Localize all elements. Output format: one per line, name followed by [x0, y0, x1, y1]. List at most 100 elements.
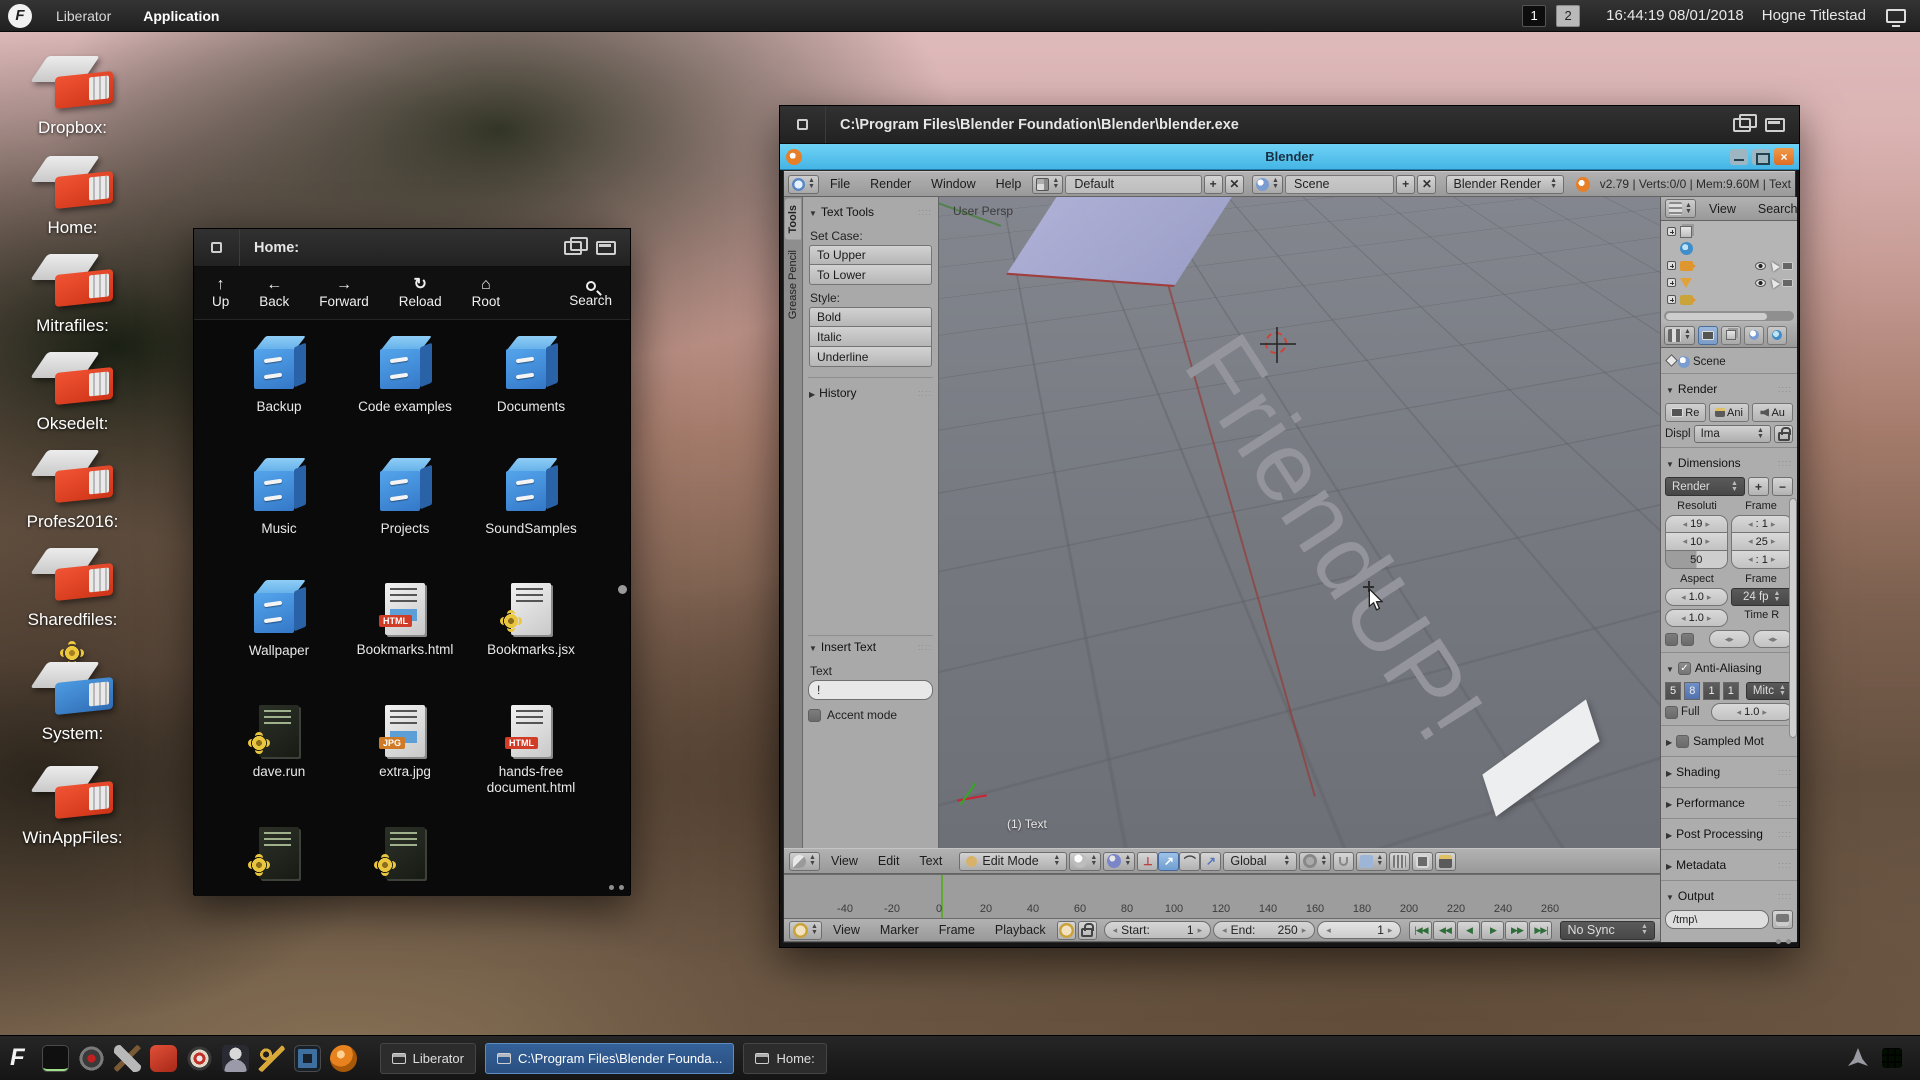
- file-item[interactable]: dave.run: [216, 702, 342, 824]
- text-input[interactable]: [808, 680, 933, 700]
- visibility-eye-icon[interactable]: [1755, 279, 1766, 287]
- filter-size-field[interactable]: ◂1.0▸: [1711, 703, 1793, 721]
- menu-liberator[interactable]: Liberator: [42, 8, 125, 24]
- back-button[interactable]: ←Back: [259, 277, 289, 309]
- editor-type-button[interactable]: ▲▼: [788, 175, 819, 194]
- mode-dropdown[interactable]: Edit Mode▲▼: [959, 852, 1067, 871]
- tab-render-layers[interactable]: [1721, 326, 1741, 345]
- accent-mode-checkbox[interactable]: [808, 709, 821, 722]
- menu-frame[interactable]: Frame: [930, 923, 984, 937]
- outliner-row-world[interactable]: [1667, 240, 1795, 257]
- window-resize-grip[interactable]: [609, 885, 624, 890]
- stepper-right-icon[interactable]: ▸: [1302, 925, 1307, 936]
- play-reverse-button[interactable]: ◀: [1457, 921, 1480, 940]
- frame-end-field[interactable]: ◂25▸: [1731, 533, 1794, 551]
- time-remap-old-field[interactable]: ◂▸: [1709, 630, 1750, 648]
- root-button[interactable]: ⌂Root: [472, 277, 501, 309]
- text-tools-panel-header[interactable]: Text Tools::::: [808, 201, 933, 223]
- resolution-percentage-slider[interactable]: 50: [1665, 551, 1728, 569]
- metadata-panel-header[interactable]: Metadata::::: [1665, 854, 1793, 876]
- jump-to-start-button[interactable]: |◀◀: [1409, 921, 1432, 940]
- desktop-icon-profes2016[interactable]: Profes2016:: [0, 448, 145, 532]
- workspace-2-button[interactable]: 2: [1556, 5, 1580, 27]
- file-item[interactable]: Backup: [216, 336, 342, 458]
- expand-plus-icon[interactable]: [1667, 295, 1676, 304]
- outliner-row-text[interactable]: [1667, 274, 1795, 291]
- aa-samples-8-button[interactable]: 8: [1684, 682, 1700, 700]
- screen-share-icon[interactable]: [294, 1045, 321, 1072]
- display-icon[interactable]: [1886, 9, 1906, 23]
- insert-text-panel-header[interactable]: Insert Text::::: [808, 635, 933, 658]
- remove-preset-button[interactable]: −: [1772, 477, 1793, 496]
- friend-taskbar-logo[interactable]: F: [10, 1044, 25, 1072]
- bold-button[interactable]: Bold: [809, 307, 932, 327]
- panel-grip-icon[interactable]: ::::: [918, 642, 932, 652]
- delete-layout-button[interactable]: ✕: [1225, 175, 1244, 194]
- resolution-x-field[interactable]: ◂19▸: [1665, 515, 1728, 533]
- menu-file[interactable]: File: [821, 177, 859, 191]
- sampled-motion-checkbox[interactable]: [1676, 735, 1689, 748]
- file-item[interactable]: Wallpaper: [216, 580, 342, 702]
- use-preview-range-button[interactable]: [1057, 921, 1076, 940]
- timeline-ruler[interactable]: -40 -20 0 20 40 60 80 100 120 140 160 18…: [784, 874, 1660, 918]
- workspace-1-button[interactable]: 1: [1522, 5, 1546, 27]
- to-lower-button[interactable]: To Lower: [809, 265, 932, 285]
- underline-button[interactable]: Underline: [809, 347, 932, 367]
- menu-window[interactable]: Window: [922, 177, 984, 191]
- tab-tools[interactable]: Tools: [785, 199, 801, 240]
- jump-to-end-button[interactable]: ▶▶|: [1529, 921, 1552, 940]
- forward-button[interactable]: →Forward: [319, 277, 369, 309]
- next-keyframe-button[interactable]: ▶▶: [1505, 921, 1528, 940]
- scene-field[interactable]: Scene: [1285, 175, 1394, 194]
- editor-type-button[interactable]: ▲▼: [1665, 199, 1696, 218]
- tab-scene[interactable]: [1744, 326, 1764, 345]
- scale-manipulator-button[interactable]: ↗: [1200, 852, 1221, 871]
- sampled-motion-blur-panel-header[interactable]: Sampled Mot: [1665, 730, 1793, 752]
- file-item[interactable]: Documents: [468, 336, 594, 458]
- security-key-icon[interactable]: [258, 1045, 285, 1072]
- browse-output-button[interactable]: [1772, 910, 1793, 929]
- cursor-3d-icon[interactable]: [1265, 332, 1287, 354]
- reload-button[interactable]: ↻Reload: [399, 277, 442, 309]
- window-resize-grip[interactable]: [1776, 939, 1791, 944]
- translate-manipulator-button[interactable]: ↗: [1158, 852, 1179, 871]
- scene-icon-button[interactable]: ▲▼: [1252, 175, 1283, 194]
- resolution-y-field[interactable]: ◂10▸: [1665, 533, 1728, 551]
- selectable-cursor-icon[interactable]: [1768, 277, 1780, 289]
- outliner-row-camera[interactable]: [1667, 257, 1795, 274]
- menu-edit[interactable]: Edit: [869, 854, 909, 868]
- duplicate-window-icon[interactable]: [1733, 118, 1751, 132]
- add-layout-button[interactable]: +: [1204, 175, 1223, 194]
- up-button[interactable]: ↑Up: [212, 277, 229, 309]
- to-upper-button[interactable]: To Upper: [809, 245, 932, 265]
- history-panel-header[interactable]: History::::: [808, 377, 933, 404]
- manipulator-axes-button[interactable]: ⊥: [1137, 852, 1158, 871]
- launcher-rocket-icon[interactable]: [1848, 1048, 1868, 1068]
- performance-panel-header[interactable]: Performance::::: [1665, 792, 1793, 814]
- window-list-icon[interactable]: [1765, 118, 1785, 132]
- viewport-shading-dropdown[interactable]: ▲▼: [1069, 852, 1101, 871]
- panel-grip-icon[interactable]: ::::: [918, 388, 932, 398]
- time-remap-new-field[interactable]: ◂▸: [1753, 630, 1794, 648]
- dartboard-icon[interactable]: [186, 1045, 213, 1072]
- display-mode-dropdown[interactable]: Ima▲▼: [1694, 425, 1771, 443]
- current-frame-field[interactable]: ◂1▸: [1317, 921, 1401, 939]
- search-button[interactable]: Search: [569, 279, 612, 308]
- menu-view[interactable]: View: [824, 923, 869, 937]
- file-item[interactable]: JPG extra.jpg: [342, 702, 468, 824]
- menu-search[interactable]: Search: [1749, 202, 1807, 216]
- scrollbar-handle[interactable]: [1666, 313, 1767, 320]
- dimensions-panel-header[interactable]: Dimensions::::: [1665, 452, 1793, 474]
- desktop-icon-sharedfiles[interactable]: Sharedfiles:: [0, 546, 145, 630]
- audio-button[interactable]: Au: [1752, 403, 1793, 422]
- render-button[interactable]: Re: [1665, 403, 1706, 422]
- stepper-right-icon[interactable]: ▸: [1198, 925, 1203, 936]
- lock-time-button[interactable]: [1078, 921, 1097, 940]
- red-app-icon[interactable]: [150, 1045, 177, 1072]
- menu-render[interactable]: Render: [861, 177, 920, 191]
- panel-grip-icon[interactable]: ::::: [1778, 798, 1792, 808]
- expand-plus-icon[interactable]: [1667, 227, 1676, 236]
- blender-titlebar[interactable]: Blender ×: [780, 144, 1799, 170]
- outliner-row-scene[interactable]: [1667, 223, 1795, 240]
- close-button[interactable]: ×: [1774, 148, 1794, 165]
